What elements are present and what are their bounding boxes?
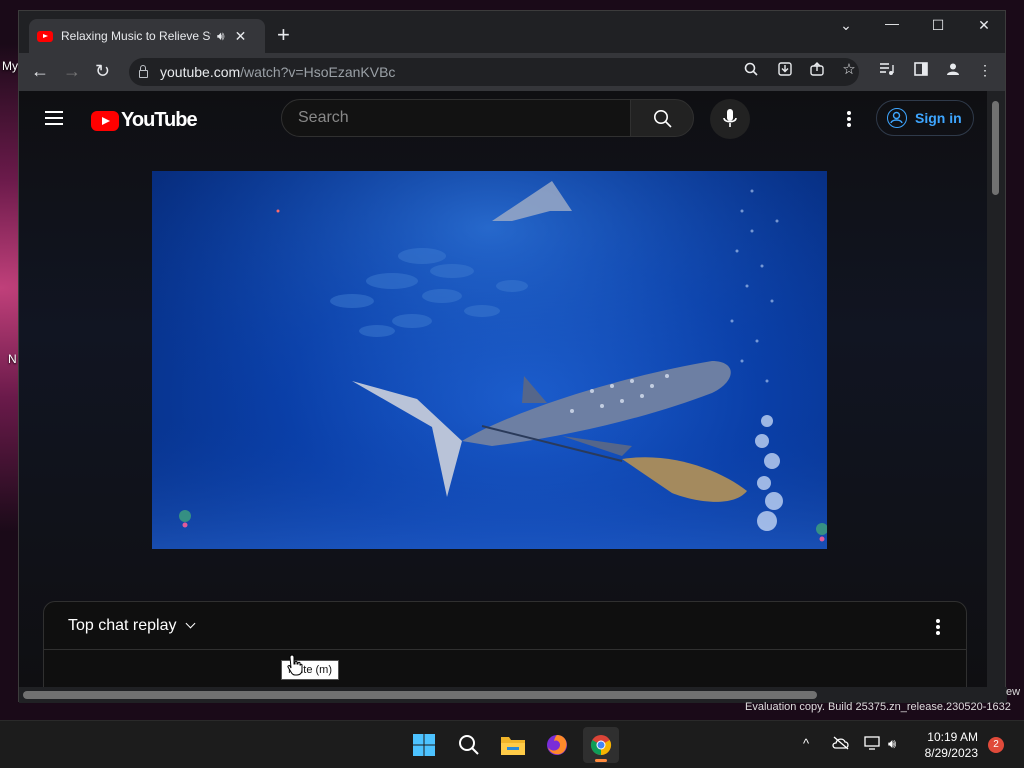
sign-in-label: Sign in (915, 110, 962, 126)
volume-icon[interactable]: 🔊︎ (888, 736, 896, 752)
youtube-logo[interactable]: YouTube (91, 109, 198, 132)
search-icon (654, 110, 672, 128)
hand-cursor-icon (287, 654, 303, 676)
chrome-icon (590, 735, 612, 756)
chat-replay-panel: Top chat replay (43, 601, 967, 687)
taskbar: ^ 🔊︎ 10:19 AM 8/29/2023 2 (0, 720, 1024, 768)
new-tab-button[interactable]: + (277, 23, 290, 47)
clock[interactable]: 10:19 AM 8/29/2023 (912, 729, 978, 761)
chat-title: Top chat replay (68, 616, 177, 634)
network-icon[interactable] (864, 736, 880, 753)
onedrive-off-icon[interactable] (832, 736, 850, 753)
chat-header[interactable]: Top chat replay (44, 602, 966, 650)
youtube-wordmark: YouTube (121, 109, 198, 131)
browser-menu-icon[interactable]: ⋮ (975, 62, 995, 79)
vertical-scrollbar[interactable] (987, 91, 1005, 687)
tab-search-chevron-icon[interactable]: ⌄ (831, 17, 861, 34)
youtube-favicon-icon (37, 30, 53, 42)
chevron-down-icon[interactable] (185, 618, 195, 629)
chat-more-icon[interactable] (934, 617, 942, 637)
search-button[interactable] (451, 727, 487, 763)
clock-date: 8/29/2023 (924, 746, 978, 760)
url-host: youtube.com (160, 64, 241, 80)
tab-close-icon[interactable]: ✕ (235, 28, 247, 45)
voice-search-button[interactable] (710, 99, 750, 139)
speaker-icon[interactable]: 🔊︎ (217, 29, 225, 44)
youtube-header: YouTube Sign in (19, 91, 989, 147)
profile-icon[interactable] (943, 62, 963, 79)
chrome-button[interactable] (583, 727, 619, 763)
close-window-button[interactable]: ✕ (969, 17, 999, 34)
scroll-thumb[interactable] (992, 101, 999, 195)
search-page-icon[interactable] (741, 62, 761, 79)
search-button[interactable] (630, 99, 694, 137)
youtube-page: YouTube Sign in (19, 91, 989, 687)
notification-badge[interactable]: 2 (988, 737, 1004, 753)
search-icon (459, 735, 479, 755)
bookmark-star-icon[interactable]: ☆ (839, 60, 859, 78)
microphone-icon (723, 109, 737, 127)
video-frame (152, 171, 827, 549)
reload-button[interactable]: ↻ (95, 61, 110, 81)
file-explorer-button[interactable] (495, 727, 531, 763)
desktop-icon-label[interactable]: My (2, 59, 18, 73)
tab-title: Relaxing Music to Relieve Stress (61, 29, 211, 43)
url-path: /watch?v=HsoEzanKVBc (240, 64, 396, 80)
maximize-button[interactable]: ☐ (923, 17, 953, 34)
account-icon (887, 108, 907, 128)
browser-window: Relaxing Music to Relieve Stress 🔊︎ ✕ + … (18, 10, 1007, 703)
hamburger-menu-icon[interactable] (45, 111, 63, 125)
browser-toolbar: ← → ↻ youtube.com/watch?v=HsoEzanKVBc ☆ … (19, 53, 1005, 91)
scroll-thumb[interactable] (23, 691, 817, 699)
evaluation-watermark: Evaluation copy. Build 25375.zn_release.… (745, 701, 1011, 713)
desktop-icon-label[interactable]: ew (1006, 686, 1020, 698)
sign-in-button[interactable]: Sign in (876, 100, 974, 136)
start-button[interactable] (406, 727, 442, 763)
desktop-icon-label[interactable]: N (8, 352, 17, 366)
settings-kebab-icon[interactable] (841, 109, 857, 129)
firefox-button[interactable] (539, 727, 575, 763)
search-input[interactable] (281, 99, 631, 137)
youtube-play-icon (91, 110, 119, 131)
share-icon[interactable] (807, 62, 827, 79)
firefox-icon (547, 735, 567, 755)
lock-icon[interactable] (139, 65, 148, 78)
media-controls-icon[interactable] (877, 62, 897, 79)
forward-button[interactable]: → (63, 61, 81, 81)
clock-time: 10:19 AM (927, 730, 978, 744)
folder-icon (501, 737, 525, 755)
video-player[interactable] (152, 171, 827, 549)
chevron-up-icon[interactable]: ^ (803, 736, 809, 751)
minimize-button[interactable]: — (877, 15, 907, 31)
back-button[interactable]: ← (31, 61, 49, 81)
side-panel-icon[interactable] (911, 62, 931, 79)
install-app-icon[interactable] (775, 62, 795, 79)
tab-strip: Relaxing Music to Relieve Stress 🔊︎ ✕ + … (19, 11, 1005, 53)
windows-logo-icon (413, 734, 435, 756)
browser-tab[interactable]: Relaxing Music to Relieve Stress 🔊︎ ✕ (29, 19, 265, 53)
